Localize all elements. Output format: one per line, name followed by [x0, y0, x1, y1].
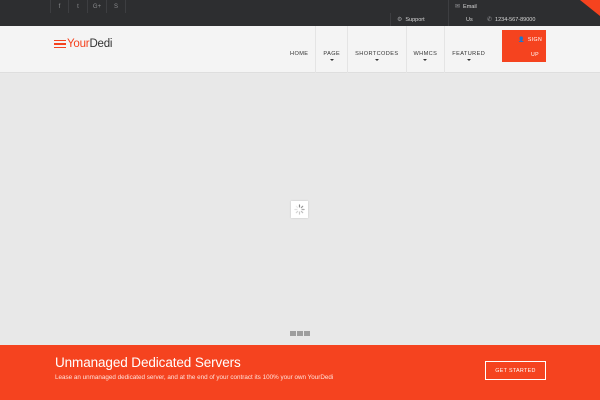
- nav-item-shortcodes[interactable]: SHORTCODES: [348, 26, 407, 73]
- cta-title: Unmanaged Dedicated Servers: [55, 355, 241, 370]
- phone-link[interactable]: ✆ 1234-567-89000: [487, 14, 535, 25]
- nav-label: SHORTCODES: [355, 51, 399, 57]
- logo-text-your: Your: [67, 38, 90, 50]
- nav-label: FEATURED: [452, 51, 486, 57]
- phone-number: 1234-567-89000: [495, 16, 536, 23]
- cta-subtitle: Lease an unmanaged dedicated server, and…: [55, 374, 334, 381]
- caret-down-icon: [466, 59, 471, 61]
- divider: [390, 13, 391, 26]
- signup-row: 👤 SIGN: [518, 37, 542, 43]
- loading-spinner-icon: [291, 201, 308, 218]
- top-bar: f t G+ S ⚙ Support ✉ Email Us ✆ 1234-567…: [0, 0, 600, 26]
- hero-slider: [0, 74, 600, 345]
- email-label-2[interactable]: Us: [466, 14, 473, 25]
- logo-text-dedi: Dedi: [89, 38, 113, 50]
- site-logo[interactable]: Your Dedi: [54, 37, 112, 51]
- nav-item-featured[interactable]: FEATURED: [445, 26, 492, 73]
- nav-item-whmcs[interactable]: WHMCS: [407, 26, 446, 73]
- twitter-icon[interactable]: t: [69, 0, 88, 13]
- signup-button[interactable]: 👤 SIGN UP: [502, 30, 546, 62]
- caret-down-icon: [423, 59, 428, 61]
- facebook-icon[interactable]: f: [50, 0, 69, 13]
- signup-label-2: UP: [531, 52, 540, 58]
- google-plus-icon[interactable]: G+: [88, 0, 107, 13]
- envelope-icon: ✉: [455, 4, 461, 10]
- corner-ribbon: [580, 0, 600, 16]
- support-link[interactable]: ⚙ Support: [397, 14, 425, 25]
- support-icon: ⚙: [397, 17, 403, 23]
- skype-icon[interactable]: S: [107, 0, 126, 13]
- support-label: Support: [405, 16, 425, 23]
- email-label: Email: [463, 3, 477, 10]
- phone-icon: ✆: [487, 17, 493, 23]
- signup-label-1: SIGN: [527, 37, 543, 43]
- get-started-button[interactable]: GET STARTED: [485, 361, 546, 380]
- slider-dot[interactable]: [297, 331, 303, 336]
- nav-label: WHMCS: [413, 51, 438, 57]
- social-links: f t G+ S: [50, 0, 126, 13]
- nav-item-home[interactable]: HOME: [283, 26, 317, 73]
- cta-banner: Unmanaged Dedicated Servers Lease an unm…: [0, 345, 600, 400]
- slider-pagination: [290, 331, 310, 336]
- nav-label: HOME: [290, 51, 309, 57]
- email-link[interactable]: ✉ Email: [455, 1, 477, 12]
- slider-dot[interactable]: [290, 331, 296, 336]
- caret-down-icon: [329, 59, 334, 61]
- nav-item-page[interactable]: PAGE: [316, 26, 349, 73]
- divider: [448, 0, 449, 26]
- caret-down-icon: [374, 59, 379, 61]
- logo-icon: [54, 39, 66, 49]
- nav-label: PAGE: [323, 51, 341, 57]
- main-nav: HOME PAGE SHORTCODES WHMCS FEATURED: [283, 26, 492, 73]
- main-header: Your Dedi HOME PAGE SHORTCODES WHMCS FEA…: [0, 26, 600, 73]
- user-icon: 👤: [518, 37, 525, 43]
- slider-dot[interactable]: [304, 331, 310, 336]
